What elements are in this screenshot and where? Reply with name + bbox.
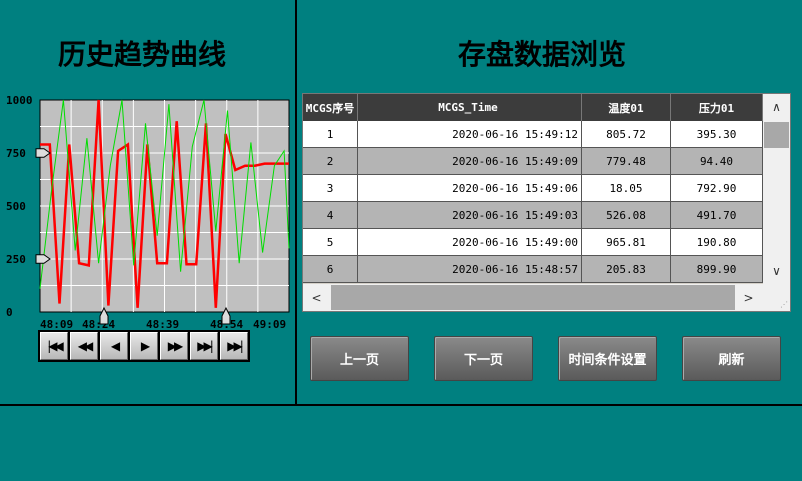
frame-horizontal-divider: [0, 404, 802, 406]
cell-temp: 205.83: [582, 256, 671, 282]
table-row[interactable]: 4 2020-06-16 15:49:03 526.08 491.70: [303, 202, 763, 229]
y-tick-label: 250: [6, 253, 26, 266]
cell-seq: 4: [303, 202, 358, 228]
header-time[interactable]: MCGS_Time: [358, 94, 582, 121]
cell-temp: 965.81: [582, 229, 671, 255]
scroll-left-icon[interactable]: <: [303, 284, 330, 311]
header-seq[interactable]: MCGS序号: [303, 94, 358, 121]
y-tick-label: 0: [6, 306, 13, 319]
grid-body: 1 2020-06-16 15:49:12 805.72 395.30 2 20…: [303, 121, 763, 284]
cell-seq: 6: [303, 256, 358, 282]
cell-pres: 190.80: [671, 229, 763, 255]
cell-pres: 395.30: [671, 121, 763, 147]
skip-end-icon[interactable]: ▶▶|: [190, 332, 218, 360]
cell-seq: 5: [303, 229, 358, 255]
step-forward-icon[interactable]: ▶: [130, 332, 158, 360]
cell-seq: 2: [303, 148, 358, 174]
cell-seq: 3: [303, 175, 358, 201]
table-row[interactable]: 1 2020-06-16 15:49:12 805.72 395.30: [303, 121, 763, 148]
x-tick-label: 48:39: [146, 318, 179, 330]
y-tick-label: 1000: [6, 94, 33, 107]
header-temp[interactable]: 温度01: [582, 94, 671, 121]
vertical-scrollbar[interactable]: ∧ ∨: [763, 94, 790, 284]
refresh-button[interactable]: 刷新: [682, 336, 781, 381]
cell-pres: 792.90: [671, 175, 763, 201]
y-tick-label: 750: [6, 147, 26, 160]
cell-time: 2020-06-16 15:49:09: [358, 148, 582, 174]
cell-time: 2020-06-16 15:49:06: [358, 175, 582, 201]
cell-time: 2020-06-16 15:49:03: [358, 202, 582, 228]
cell-time: 2020-06-16 15:49:00: [358, 229, 582, 255]
step-back-icon[interactable]: ◀: [100, 332, 128, 360]
vertical-scroll-thumb[interactable]: [764, 122, 789, 148]
trend-chart: 0250500750100048:0948:2448:3948:5449:09: [6, 94, 290, 330]
horizontal-scroll-thumb[interactable]: [331, 285, 735, 310]
cell-pres: 94.40: [671, 148, 763, 174]
scroll-up-icon[interactable]: ∧: [763, 94, 790, 119]
next-page-button[interactable]: 下一页: [434, 336, 533, 381]
browse-title: 存盘数据浏览: [458, 38, 627, 71]
cell-pres: 899.90: [671, 256, 763, 282]
prev-page-button[interactable]: 上一页: [310, 336, 409, 381]
x-tick-label: 49:09: [253, 318, 286, 330]
scroll-down-icon[interactable]: ∨: [763, 258, 790, 283]
cell-temp: 779.48: [582, 148, 671, 174]
rewind-icon[interactable]: ◀◀: [70, 332, 98, 360]
first-icon[interactable]: |◀◀: [40, 332, 68, 360]
cell-time: 2020-06-16 15:49:12: [358, 121, 582, 147]
x-tick-label: 48:09: [40, 318, 73, 330]
table-row[interactable]: 6 2020-06-16 15:48:57 205.83 899.90: [303, 256, 763, 283]
table-row[interactable]: 2 2020-06-16 15:49:09 779.48 94.40: [303, 148, 763, 175]
time-condition-button[interactable]: 时间条件设置: [558, 336, 657, 381]
header-pres[interactable]: 压力01: [671, 94, 763, 121]
scroll-right-icon[interactable]: >: [735, 284, 762, 311]
trend-title: 历史趋势曲线: [58, 38, 227, 71]
fast-forward-icon[interactable]: ▶▶: [160, 332, 188, 360]
last-icon[interactable]: ▶▶|: [220, 332, 248, 360]
cell-temp: 18.05: [582, 175, 671, 201]
grid-header: MCGS序号 MCGS_Time 温度01 压力01: [303, 94, 763, 121]
cell-pres: 491.70: [671, 202, 763, 228]
player-controls: |◀◀ ◀◀ ◀ ▶ ▶▶ ▶▶| ▶▶|: [38, 330, 250, 362]
table-row[interactable]: 5 2020-06-16 15:49:00 965.81 190.80: [303, 229, 763, 256]
cell-seq: 1: [303, 121, 358, 147]
cell-temp: 526.08: [582, 202, 671, 228]
resize-grip-icon[interactable]: ⋰: [763, 284, 790, 311]
y-tick-label: 500: [6, 200, 26, 213]
cell-temp: 805.72: [582, 121, 671, 147]
data-grid: MCGS序号 MCGS_Time 温度01 压力01 1 2020-06-16 …: [302, 93, 791, 312]
x-tick-label: 48:24: [82, 318, 115, 330]
cell-time: 2020-06-16 15:48:57: [358, 256, 582, 282]
table-row[interactable]: 3 2020-06-16 15:49:06 18.05 792.90: [303, 175, 763, 202]
horizontal-scrollbar[interactable]: < >: [303, 284, 763, 311]
